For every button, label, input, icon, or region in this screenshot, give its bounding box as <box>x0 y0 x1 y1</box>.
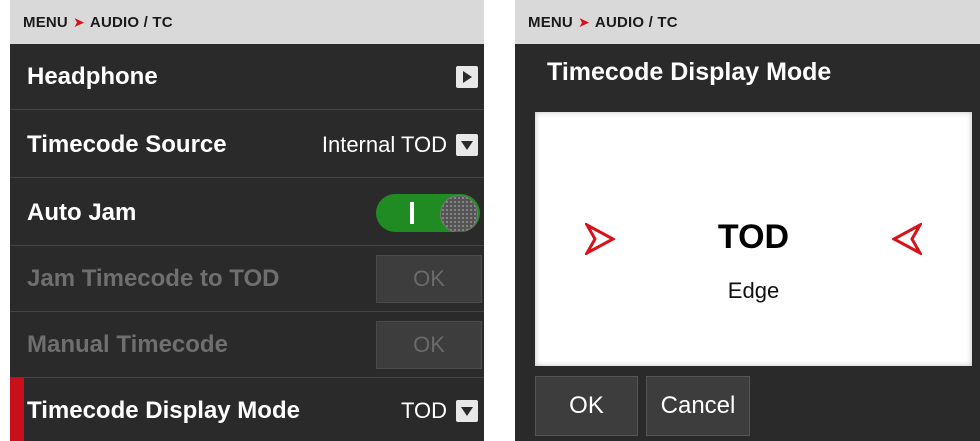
menu-item-label: Timecode Source <box>27 130 227 158</box>
arrow-right-icon[interactable] <box>892 223 922 255</box>
timecode-display-mode-value[interactable]: TOD <box>401 398 447 424</box>
menu-item-auto-jam[interactable]: Auto Jam <box>10 180 484 246</box>
menu-item-label: Jam Timecode to TOD <box>27 264 280 292</box>
selection-marker <box>10 378 24 441</box>
breadcrumb: MENU ➤ AUDIO / TC <box>10 0 484 44</box>
breadcrumb-separator-icon: ➤ <box>72 13 85 30</box>
breadcrumb-root[interactable]: MENU <box>528 14 573 31</box>
menu-item-jam-timecode-to-tod: Jam Timecode to TOD OK <box>10 246 484 312</box>
cancel-button[interactable]: Cancel <box>646 376 750 436</box>
menu-item-headphone[interactable]: Headphone <box>10 44 484 110</box>
audio-tc-menu-panel: MENU ➤ AUDIO / TC Headphone Timecode Sou… <box>10 0 484 441</box>
breadcrumb-separator-icon: ➤ <box>577 13 590 30</box>
menu-item-timecode-source[interactable]: Timecode Source Internal TOD <box>10 112 484 178</box>
manual-ok-button: OK <box>376 320 482 369</box>
jam-ok-button: OK <box>376 254 482 303</box>
menu-item-timecode-display-mode[interactable]: Timecode Display Mode TOD <box>10 378 484 441</box>
toggle-knob[interactable] <box>440 194 478 232</box>
menu-item-label: Auto Jam <box>27 198 137 226</box>
menu-item-manual-timecode: Manual Timecode OK <box>10 312 484 378</box>
menu-item-label: Manual Timecode <box>27 330 228 358</box>
chevron-down-icon[interactable] <box>456 133 478 156</box>
toggle-on-indicator <box>410 201 414 224</box>
auto-jam-toggle[interactable] <box>376 193 480 232</box>
chevron-right-icon[interactable] <box>456 65 478 88</box>
dialog-title: Timecode Display Mode <box>547 58 832 86</box>
picker-next-value[interactable]: Edge <box>535 278 972 304</box>
breadcrumb-section: AUDIO / TC <box>594 13 678 31</box>
value-picker[interactable]: TOD Edge <box>535 112 972 366</box>
timecode-source-value[interactable]: Internal TOD <box>322 132 447 158</box>
breadcrumb-root[interactable]: MENU <box>23 14 68 31</box>
breadcrumb-section: AUDIO / TC <box>89 13 173 31</box>
timecode-display-mode-dialog: MENU ➤ AUDIO / TC Timecode Display Mode … <box>515 0 980 441</box>
ok-button[interactable]: OK <box>535 376 638 436</box>
menu-item-label: Timecode Display Mode <box>27 397 300 424</box>
menu-item-label: Headphone <box>27 62 158 90</box>
chevron-down-icon[interactable] <box>456 400 478 422</box>
breadcrumb: MENU ➤ AUDIO / TC <box>515 0 980 44</box>
